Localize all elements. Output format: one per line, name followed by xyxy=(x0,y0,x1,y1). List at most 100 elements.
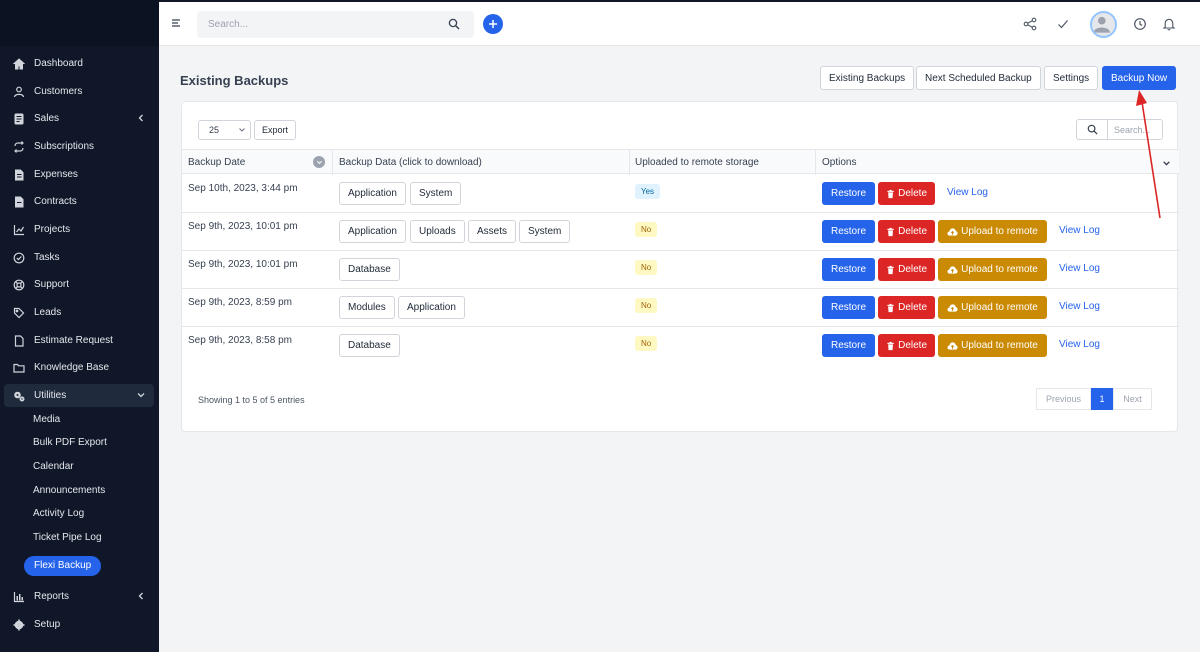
page-length-value: 25 xyxy=(209,125,220,135)
sidebar: Dashboard Customers Sales Subscriptions … xyxy=(0,0,159,652)
trash-icon xyxy=(887,303,894,312)
backups-card: 25 Export Backup Date Backup Data (click… xyxy=(181,101,1179,432)
restore-label: Restore xyxy=(830,340,866,351)
sidebar-item-utilities[interactable]: Utilities xyxy=(4,384,154,407)
sidebar-subitem-activity-log[interactable]: Activity Log xyxy=(33,506,84,522)
restore-button[interactable]: Restore xyxy=(822,182,875,205)
sidebar-item-dashboard[interactable]: Dashboard xyxy=(4,52,154,75)
sidebar-item-leads[interactable]: Leads xyxy=(4,301,154,324)
sidebar-item-support[interactable]: Support xyxy=(4,273,154,296)
upload-to-remote-button[interactable]: Upload to remote xyxy=(938,334,1047,357)
share-icon[interactable] xyxy=(1023,17,1037,31)
table-row: Sep 9th, 2023, 8:58 pm Database No Resto… xyxy=(182,327,1179,365)
upload-to-remote-button[interactable]: Upload to remote xyxy=(938,258,1047,281)
backup-date: Sep 9th, 2023, 10:01 pm xyxy=(188,221,298,232)
delete-button[interactable]: Delete xyxy=(878,334,935,357)
sidebar-subitem-bulk-pdf-export[interactable]: Bulk PDF Export xyxy=(33,435,107,451)
sidebar-item-sales[interactable]: Sales xyxy=(4,107,154,130)
sidebar-item-projects[interactable]: Projects xyxy=(4,218,154,241)
sidebar-item-subscriptions[interactable]: Subscriptions xyxy=(4,135,154,158)
lifebuoy-icon xyxy=(12,278,26,292)
upload-to-remote-button[interactable]: Upload to remote xyxy=(938,220,1047,243)
download-uploads-button[interactable]: Uploads xyxy=(410,220,465,243)
download-application-button[interactable]: Application xyxy=(398,296,465,319)
sidebar-subitem-calendar[interactable]: Calendar xyxy=(33,459,74,475)
download-modules-button[interactable]: Modules xyxy=(339,296,395,319)
global-search-input[interactable] xyxy=(197,11,437,38)
export-button[interactable]: Export xyxy=(254,120,297,140)
pager-previous[interactable]: Previous xyxy=(1036,388,1091,410)
upload-to-remote-button[interactable]: Upload to remote xyxy=(938,296,1047,319)
sidebar-subitem-ticket-pipe-log[interactable]: Ticket Pipe Log xyxy=(33,530,102,546)
check-icon[interactable] xyxy=(1056,17,1070,31)
trash-icon xyxy=(887,341,894,350)
view-log-link[interactable]: View Log xyxy=(1059,225,1100,236)
sidebar-item-label: Contracts xyxy=(34,196,77,207)
chevron-left-icon xyxy=(138,592,143,600)
column-header-backup-date[interactable]: Backup Date xyxy=(188,157,245,168)
page-length-select[interactable]: 25 xyxy=(198,120,251,140)
sidebar-item-tasks[interactable]: Tasks xyxy=(4,246,154,269)
quick-create-button[interactable] xyxy=(483,14,503,34)
search-icon[interactable] xyxy=(1077,120,1108,139)
table-row: Sep 9th, 2023, 10:01 pm Application Uplo… xyxy=(182,213,1179,251)
search-icon[interactable] xyxy=(448,18,460,30)
download-database-button[interactable]: Database xyxy=(339,334,400,357)
status-badge: No xyxy=(635,298,658,313)
restore-button[interactable]: Restore xyxy=(822,258,875,281)
cloud-upload-icon xyxy=(947,265,958,274)
sidebar-item-label: Subscriptions xyxy=(34,141,95,152)
view-log-link[interactable]: View Log xyxy=(1059,339,1100,350)
upload-label: Upload to remote xyxy=(961,226,1038,237)
sidebar-item-reports[interactable]: Reports xyxy=(4,585,154,608)
download-application-button[interactable]: Application xyxy=(339,220,406,243)
status-badge: Yes xyxy=(635,184,661,199)
restore-button[interactable]: Restore xyxy=(822,220,875,243)
avatar[interactable] xyxy=(1090,11,1117,38)
trash-icon xyxy=(887,227,894,236)
clock-icon[interactable] xyxy=(1133,17,1147,31)
view-log-link[interactable]: View Log xyxy=(1059,301,1100,312)
pager-page-1[interactable]: 1 xyxy=(1091,388,1113,410)
column-divider xyxy=(332,150,333,175)
cloud-upload-icon xyxy=(947,341,958,350)
sidebar-subitem-media[interactable]: Media xyxy=(33,412,60,428)
existing-backups-button[interactable]: Existing Backups xyxy=(820,66,915,90)
cloud-upload-icon xyxy=(947,303,958,312)
download-system-button[interactable]: System xyxy=(519,220,571,243)
sort-desc-icon[interactable] xyxy=(313,156,325,168)
repeat-icon xyxy=(12,140,26,154)
bell-icon[interactable] xyxy=(1162,17,1176,31)
view-log-link[interactable]: View Log xyxy=(947,187,988,198)
sidebar-item-customers[interactable]: Customers xyxy=(4,80,154,103)
delete-button[interactable]: Delete xyxy=(878,258,935,281)
sidebar-item-label: Support xyxy=(34,279,70,290)
restore-button[interactable]: Restore xyxy=(822,296,875,319)
delete-button[interactable]: Delete xyxy=(878,296,935,319)
chart-icon xyxy=(12,590,26,604)
restore-button[interactable]: Restore xyxy=(822,334,875,357)
settings-button[interactable]: Settings xyxy=(1044,66,1099,90)
sidebar-subitem-flexi-backup[interactable]: Flexi Backup xyxy=(24,556,102,576)
download-database-button[interactable]: Database xyxy=(339,258,400,281)
sidebar-subitem-announcements[interactable]: Announcements xyxy=(33,483,105,499)
sidebar-item-setup[interactable]: Setup xyxy=(4,613,154,636)
sidebar-item-expenses[interactable]: Expenses xyxy=(4,163,154,186)
pager-next[interactable]: Next xyxy=(1113,388,1152,410)
page-title: Existing Backups xyxy=(180,73,289,88)
delete-button[interactable]: Delete xyxy=(878,220,935,243)
user-avatar-icon xyxy=(1093,16,1110,33)
column-divider xyxy=(629,150,630,175)
download-application-button[interactable]: Application xyxy=(339,182,406,205)
document-icon xyxy=(12,195,26,209)
delete-button[interactable]: Delete xyxy=(878,182,935,205)
sidebar-item-estimate-request[interactable]: Estimate Request xyxy=(4,329,154,352)
menu-toggle-icon[interactable] xyxy=(171,18,181,28)
download-system-button[interactable]: System xyxy=(410,182,462,205)
next-scheduled-backup-button[interactable]: Next Scheduled Backup xyxy=(916,66,1041,90)
download-assets-button[interactable]: Assets xyxy=(468,220,517,243)
view-log-link[interactable]: View Log xyxy=(1059,263,1100,274)
sidebar-item-contracts[interactable]: Contracts xyxy=(4,190,154,213)
column-header-options: Options xyxy=(822,157,857,168)
sidebar-item-knowledge-base[interactable]: Knowledge Base xyxy=(4,356,154,379)
